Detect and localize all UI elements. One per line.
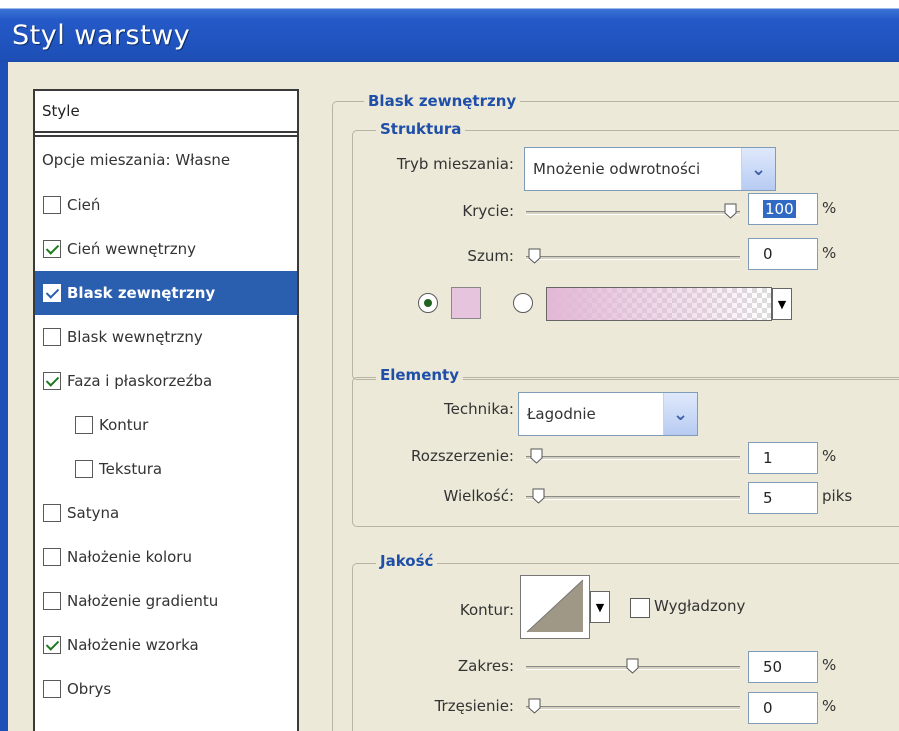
style-item-checkbox[interactable] [75, 460, 93, 478]
structure-title: Struktura [376, 120, 466, 138]
jitter-slider-thumb[interactable] [528, 698, 541, 714]
glow-color-swatch[interactable] [451, 287, 481, 319]
style-item[interactable]: Cień [35, 183, 297, 227]
styles-list: Style Opcje mieszania: Własne Cień Cień w… [33, 89, 299, 731]
spread-slider-thumb[interactable] [530, 448, 543, 464]
style-item[interactable]: Nałożenie wzorka [35, 623, 297, 667]
opacity-label: Krycie: [462, 202, 514, 220]
style-item-checkbox[interactable] [43, 284, 61, 302]
jitter-input[interactable]: 0 [748, 692, 818, 724]
solid-color-radio[interactable] [418, 293, 438, 313]
style-item-checkbox[interactable] [43, 328, 61, 346]
jitter-slider[interactable] [526, 698, 740, 714]
style-item-label: Nałożenie gradientu [67, 592, 219, 610]
styles-header[interactable]: Style [35, 91, 297, 133]
gradient-radio[interactable] [513, 293, 533, 313]
style-item[interactable]: Nałożenie gradientu [35, 579, 297, 623]
style-item-checkbox[interactable] [43, 240, 61, 258]
size-label: Wielkość: [443, 487, 514, 505]
quality-title: Jakość [376, 552, 438, 570]
style-item-label: Blask zewnętrzny [67, 284, 216, 302]
style-item-label: Faza i płaskorzeźba [67, 372, 213, 390]
glow-gradient-swatch[interactable] [546, 287, 772, 321]
triangle-down-icon: ▼ [595, 600, 605, 614]
spread-slider[interactable] [526, 448, 740, 464]
style-item[interactable]: Kontur [35, 403, 297, 447]
contour-dropdown-button[interactable]: ▼ [590, 591, 610, 623]
spread-label: Rozszerzenie: [411, 447, 514, 465]
noise-label: Szum: [467, 247, 514, 265]
triangle-down-icon: ▼ [777, 297, 787, 311]
range-unit: % [822, 656, 837, 674]
style-item-checkbox[interactable] [43, 372, 61, 390]
antialiased-checkbox[interactable] [630, 598, 650, 618]
size-input[interactable]: 5 [748, 482, 818, 514]
style-item-label: Nałożenie koloru [67, 548, 192, 566]
chevron-down-icon[interactable]: ⌄ [663, 393, 697, 435]
opacity-slider-thumb[interactable] [724, 203, 737, 219]
range-input[interactable]: 50 [748, 651, 818, 683]
window-title-bar[interactable]: Styl warstwy [0, 0, 899, 62]
technique-value: Łagodnie [527, 405, 596, 423]
outer-glow-panel: Blask zewnętrzny Struktura Tryb mieszani… [318, 89, 899, 731]
chevron-down-icon[interactable]: ⌄ [741, 148, 775, 190]
style-item[interactable]: Tekstura [35, 447, 297, 491]
technique-label: Technika: [444, 400, 514, 418]
blend-mode-label: Tryb mieszania: [396, 155, 514, 173]
blend-mode-select[interactable]: Mnożenie odwrotności ⌄ [524, 147, 776, 191]
noise-unit: % [822, 244, 837, 262]
style-item-checkbox[interactable] [43, 196, 61, 214]
size-slider[interactable] [526, 488, 740, 504]
style-item-label: Blask wewnętrzny [67, 328, 203, 346]
noise-slider[interactable] [526, 248, 740, 264]
size-unit: piks [822, 487, 853, 505]
window-left-border [0, 62, 8, 731]
contour-label: Kontur: [459, 601, 514, 619]
jitter-unit: % [822, 697, 837, 715]
range-slider-thumb[interactable] [626, 658, 639, 674]
style-item-checkbox[interactable] [75, 416, 93, 434]
style-item-label: Obrys [67, 680, 112, 698]
size-slider-thumb[interactable] [532, 488, 545, 504]
style-item-checkbox[interactable] [43, 680, 61, 698]
range-label: Zakres: [457, 657, 514, 675]
gradient-dropdown-button[interactable]: ▼ [772, 288, 792, 320]
style-item-checkbox[interactable] [43, 592, 61, 610]
opacity-input[interactable]: 100 [748, 193, 818, 225]
noise-slider-thumb[interactable] [528, 248, 541, 264]
opacity-unit: % [822, 199, 837, 217]
range-slider[interactable] [526, 658, 740, 674]
technique-select[interactable]: Łagodnie ⌄ [518, 392, 698, 436]
window-title: Styl warstwy [12, 20, 191, 51]
style-item-checkbox[interactable] [43, 504, 61, 522]
blend-mode-value: Mnożenie odwrotności [533, 160, 701, 178]
noise-input[interactable]: 0 [748, 238, 818, 270]
style-item-label: Tekstura [99, 460, 163, 478]
style-item[interactable]: Faza i płaskorzeźba [35, 359, 297, 403]
style-item[interactable]: Satyna [35, 491, 297, 535]
elements-title: Elementy [376, 366, 463, 384]
spread-unit: % [822, 447, 837, 465]
blending-options-item[interactable]: Opcje mieszania: Własne [35, 137, 297, 183]
style-item-checkbox[interactable] [43, 548, 61, 566]
style-item[interactable]: Cień wewnętrzny [35, 227, 297, 271]
style-item-label: Satyna [67, 504, 120, 522]
style-item[interactable]: Blask zewnętrzny [35, 271, 297, 315]
style-item[interactable]: Nałożenie koloru [35, 535, 297, 579]
spread-input[interactable]: 1 [748, 442, 818, 474]
contour-preview[interactable] [520, 575, 590, 639]
contour-curve-icon [526, 579, 584, 633]
jitter-label: Trzęsienie: [434, 697, 514, 715]
style-item-label: Nałożenie wzorka [67, 636, 199, 654]
style-item-label: Cień wewnętrzny [67, 240, 196, 258]
outer-glow-title: Blask zewnętrzny [364, 92, 521, 110]
antialiased-label: Wygładzony [654, 597, 746, 615]
opacity-slider[interactable] [526, 203, 740, 219]
style-item[interactable]: Blask wewnętrzny [35, 315, 297, 359]
style-item-label: Kontur [99, 416, 149, 434]
style-item-checkbox[interactable] [43, 636, 61, 654]
style-item-label: Cień [67, 196, 101, 214]
style-item[interactable]: Obrys [35, 667, 297, 711]
